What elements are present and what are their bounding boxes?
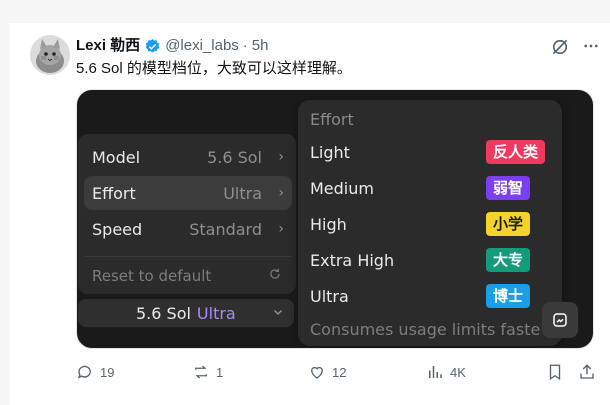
chevron-right-icon: ›: [278, 221, 284, 237]
views-count: 4K: [450, 364, 466, 380]
reset-to-default-button[interactable]: Reset to default: [92, 264, 288, 288]
selector-model-name: 5.6 Sol Ultra: [136, 303, 236, 323]
share-icon: [580, 364, 594, 379]
reset-icon: [268, 267, 284, 283]
menu-row-value: 5.6 Sol: [207, 147, 262, 167]
repost-button[interactable]: 1: [192, 363, 223, 381]
reply-icon: [77, 365, 91, 379]
menu-row-label: Effort: [92, 183, 136, 203]
menu-row-effort[interactable]: Effort Ultra ›: [84, 176, 292, 210]
menu-row-value: Ultra: [223, 183, 262, 203]
model-settings-menu: Model 5.6 Sol › Effort Ultra › Speed Sta…: [78, 134, 296, 294]
effort-option-medium[interactable]: Medium 弱智: [310, 174, 550, 202]
grok-icon[interactable]: [550, 37, 570, 57]
tweet-media[interactable]: Model 5.6 Sol › Effort Ultra › Speed Sta…: [76, 89, 594, 349]
repost-count: 1: [216, 364, 224, 380]
timestamp[interactable]: 5h: [252, 37, 269, 55]
effort-option-ultra[interactable]: Ultra 博士: [310, 282, 550, 310]
bookmark-button[interactable]: [546, 363, 564, 381]
menu-row-model[interactable]: Model 5.6 Sol ›: [84, 140, 292, 174]
menu-row-value: Standard: [189, 219, 262, 239]
effort-footer-note: Consumes usage limits faste: [310, 320, 541, 339]
author-handle[interactable]: @lexi_labs: [165, 37, 239, 55]
chevron-right-icon: ›: [278, 185, 284, 201]
effort-option-high[interactable]: High 小学: [310, 210, 550, 238]
model-selector-dropdown[interactable]: 5.6 Sol Ultra: [78, 299, 294, 327]
bookmark-icon: [549, 364, 561, 381]
effort-badge: 小学: [486, 212, 531, 236]
chevron-down-icon: [272, 306, 284, 321]
menu-row-label: Model: [92, 147, 141, 167]
more-options-icon[interactable]: [580, 35, 602, 57]
effort-badge: 反人类: [486, 140, 546, 164]
tweet-header: Lexi 勒西 @lexi_labs · 5h: [76, 37, 268, 55]
menu-row-speed[interactable]: Speed Standard ›: [84, 212, 292, 246]
effort-badge: 大专: [486, 248, 531, 272]
effort-option-extra-high[interactable]: Extra High 大专: [310, 246, 550, 274]
menu-divider: [84, 256, 292, 257]
effort-option-label: Extra High: [310, 250, 395, 270]
effort-badge: 弱智: [486, 176, 531, 200]
selector-tier: Ultra: [196, 303, 236, 323]
effort-badge: 博士: [486, 284, 531, 308]
reply-button[interactable]: 19: [76, 363, 114, 381]
effort-option-label: Ultra: [310, 286, 349, 306]
effort-option-label: Medium: [310, 178, 374, 198]
effort-submenu-title: Effort: [310, 110, 354, 129]
views-button[interactable]: 4K: [426, 363, 466, 381]
effort-option-light[interactable]: Light 反人类: [310, 138, 550, 166]
effort-option-label: High: [310, 214, 347, 234]
reset-label: Reset to default: [92, 267, 212, 285]
expand-media-button[interactable]: [542, 302, 578, 338]
like-count: 12: [332, 364, 347, 380]
chevron-right-icon: ›: [278, 149, 284, 165]
effort-submenu: Effort Light 反人类 Medium 弱智 High 小学 Extra…: [298, 100, 562, 346]
tweet-text: 5.6 Sol 的模型档位，大致可以这样理解。: [76, 60, 352, 77]
author-name[interactable]: Lexi 勒西: [76, 37, 140, 55]
tweet-actions: 19 1 12 4K: [76, 363, 596, 383]
verified-badge-icon: [144, 38, 161, 55]
repost-icon: [195, 365, 207, 379]
avatar[interactable]: [30, 35, 70, 75]
menu-row-label: Speed: [92, 219, 143, 239]
like-button[interactable]: 12: [308, 363, 346, 381]
reply-count: 19: [100, 364, 115, 380]
separator-dot: ·: [242, 37, 248, 54]
heart-icon: [311, 366, 323, 379]
share-button[interactable]: [578, 363, 596, 381]
analytics-icon: [429, 366, 442, 378]
effort-option-label: Light: [310, 142, 350, 162]
tweet[interactable]: Lexi 勒西 @lexi_labs · 5h 5.6 Sol 的模型档位，大致…: [10, 22, 610, 405]
edit-image-icon: [553, 313, 567, 327]
